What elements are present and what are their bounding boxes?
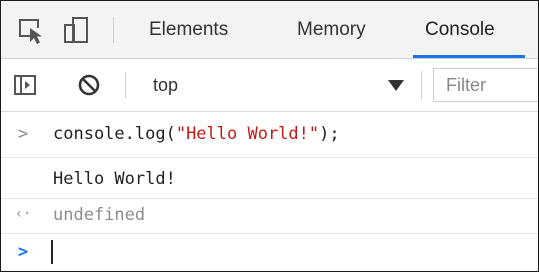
code-call: console.log( (53, 124, 176, 144)
console-output-text[interactable]: Hello World! (53, 169, 176, 189)
console-result-text[interactable]: undefined (53, 205, 145, 225)
console-input-code[interactable]: console.log("Hello World!"); (53, 124, 340, 144)
filter-input[interactable] (433, 68, 538, 102)
device-toolbar-icon[interactable] (61, 15, 91, 45)
prompt-chevron-icon: > (17, 242, 29, 262)
console-input-row: > console.log("Hello World!"); (1, 112, 538, 158)
tab-elements[interactable]: Elements (149, 1, 228, 58)
clear-console-icon[interactable] (77, 73, 101, 97)
text-cursor (51, 240, 53, 264)
console-toolbar: top (1, 59, 538, 112)
chevron-down-icon[interactable] (385, 74, 407, 96)
inspect-element-icon[interactable] (17, 15, 47, 45)
console-prompt-row[interactable]: > (1, 234, 538, 270)
code-tail: ); (319, 124, 340, 144)
toolbar-separator-2 (421, 71, 422, 99)
input-prompt-icon: > (17, 124, 29, 144)
code-string: "Hello World!" (175, 124, 320, 144)
context-selector[interactable]: top (153, 59, 178, 111)
show-sidebar-icon[interactable] (13, 73, 37, 97)
devtools-window: Elements Memory Console top > console.lo… (0, 0, 539, 272)
result-arrow-icon: ‹· (14, 206, 32, 222)
console-result-row: ‹· undefined (1, 199, 538, 234)
toolbar-separator (125, 72, 126, 98)
tab-memory[interactable]: Memory (297, 1, 366, 58)
console-output-row: Hello World! (1, 158, 538, 199)
tab-bar-separator (113, 17, 114, 43)
tab-console[interactable]: Console (425, 1, 495, 58)
active-tab-indicator (413, 55, 525, 58)
devtools-tab-bar: Elements Memory Console (1, 1, 538, 59)
